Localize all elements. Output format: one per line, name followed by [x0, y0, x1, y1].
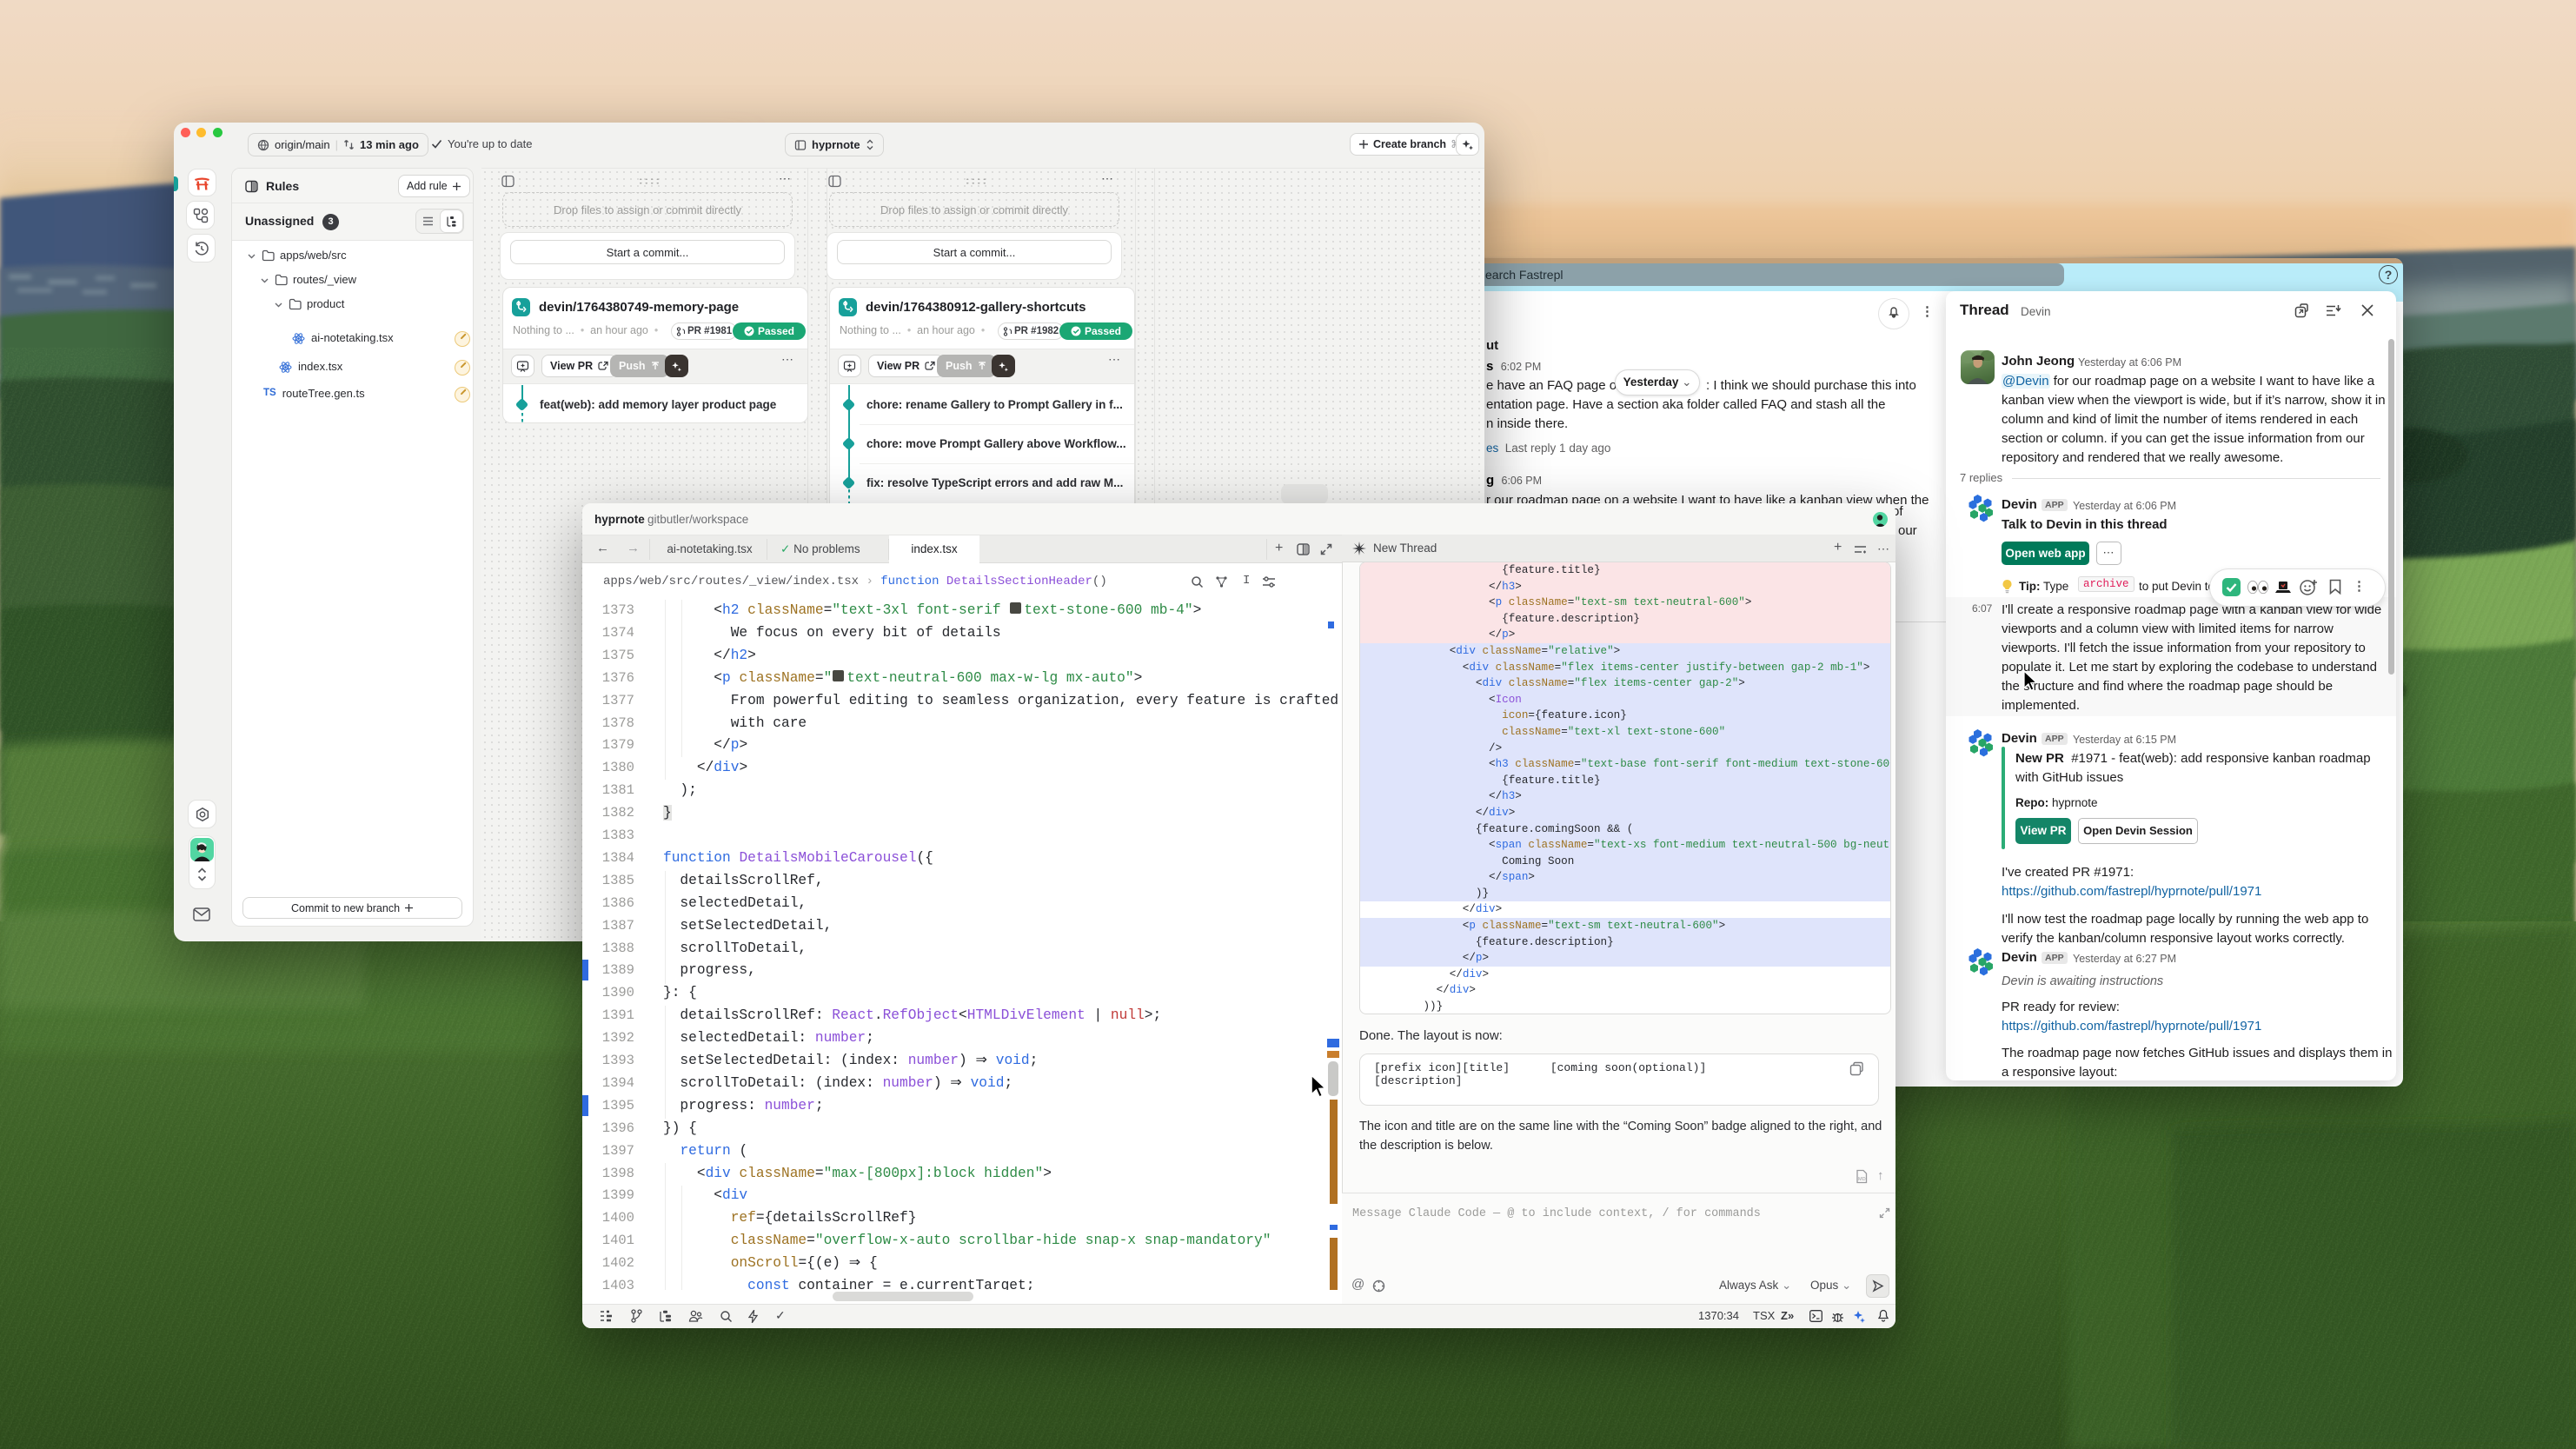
svg-text:MD: MD — [1858, 1177, 1866, 1182]
